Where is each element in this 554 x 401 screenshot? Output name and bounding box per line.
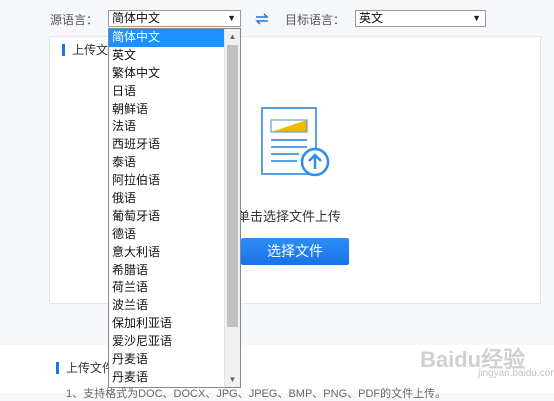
source-language-dropdown[interactable]: 简体中文 英文 繁体中文 日语 朝鲜语 法语 西班牙语 泰语 阿拉伯语 俄语 葡萄牙语 德语 意大利语希… (108, 28, 241, 388)
source-language-select[interactable]: 简体中文 ▼ (108, 10, 241, 27)
language-option[interactable]: 荷兰语 (109, 279, 225, 297)
scrollbar-thumb[interactable] (227, 45, 238, 327)
language-option[interactable]: 波兰语 (109, 297, 225, 315)
language-option[interactable]: 保加利亚语 (109, 315, 225, 333)
upload-instruction: 单击选择文件上传 (237, 209, 342, 224)
language-option[interactable]: 泰语 (109, 154, 225, 172)
source-language-label: 源语言： (50, 13, 99, 27)
swap-icon[interactable] (254, 12, 270, 26)
language-option[interactable]: 朝鲜语 (109, 101, 225, 119)
source-language-value: 简体中文 (112, 11, 161, 25)
chevron-down-icon: ▼ (472, 13, 481, 23)
language-option[interactable]: 西班牙语 (109, 136, 225, 154)
target-language-value: 英文 (359, 11, 384, 25)
scroll-up-icon[interactable]: ▲ (225, 29, 240, 44)
language-option[interactable]: 丹麦语 (109, 369, 225, 387)
language-option[interactable]: 俄语 (109, 190, 225, 208)
target-language-select[interactable]: 英文 ▼ (355, 10, 486, 27)
document-upload-icon[interactable] (259, 106, 333, 180)
language-option[interactable]: 英文 (109, 47, 225, 65)
language-option[interactable]: 法语 (109, 118, 225, 136)
language-option[interactable]: 意大利语 (109, 244, 225, 262)
chevron-down-icon: ▼ (227, 13, 236, 23)
language-option[interactable]: 繁体中文 (109, 65, 225, 83)
language-option[interactable]: 葡萄牙语 (109, 208, 225, 226)
select-file-button[interactable]: 选择文件 (241, 238, 349, 265)
language-option[interactable]: 希腊语 (109, 262, 225, 280)
target-language-label: 目标语言： (285, 13, 346, 27)
dropdown-scrollbar[interactable]: ▲ ▼ (224, 29, 240, 387)
language-option[interactable]: 阿拉伯语 (109, 172, 225, 190)
scroll-down-icon[interactable]: ▼ (225, 372, 240, 387)
language-option[interactable]: 爱沙尼亚语 (109, 333, 225, 351)
lower-section-title: 上传文件 (56, 362, 114, 374)
language-option[interactable]: 简体中文 (109, 29, 225, 47)
baidu-watermark-url: jingyan.baidu.com (478, 368, 554, 379)
language-option[interactable]: 丹麦语 (109, 351, 225, 369)
language-option-list: 简体中文 英文 繁体中文 日语 朝鲜语 法语 西班牙语 泰语 阿拉伯语 俄语 葡萄牙语 德语 意大利语希… (109, 29, 225, 387)
language-option[interactable]: 德语 (109, 226, 225, 244)
language-option[interactable]: 日语 (109, 83, 225, 101)
